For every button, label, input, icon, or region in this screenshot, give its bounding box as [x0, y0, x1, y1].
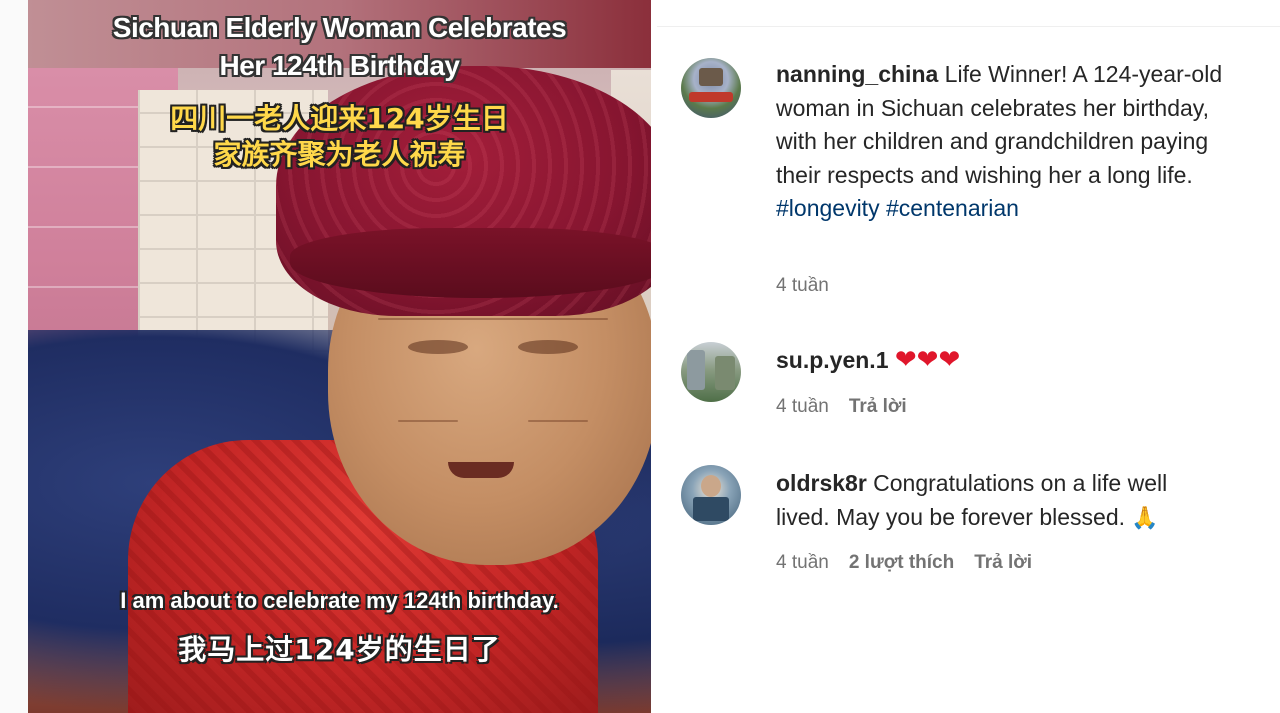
- avatar-detail: [687, 350, 705, 390]
- hashtag-longevity[interactable]: #longevity: [776, 195, 880, 221]
- avatar-detail: [701, 475, 721, 497]
- comment-likes[interactable]: 2 lượt thích: [849, 552, 954, 573]
- image-title-line2: Her 124th Birthday: [219, 50, 460, 81]
- comment-username[interactable]: su.p.yen.1: [776, 347, 888, 373]
- caption-username[interactable]: nanning_china: [776, 61, 938, 87]
- street-avatar[interactable]: [681, 342, 741, 402]
- post-image[interactable]: Sichuan Elderly Woman Celebrates Her 124…: [28, 0, 651, 713]
- comment-time[interactable]: 4 tuần: [776, 396, 829, 417]
- hashtag-centenarian[interactable]: #centenarian: [886, 195, 1019, 221]
- caption-meta: 4 tuần: [776, 275, 849, 297]
- comment-username[interactable]: oldrsk8r: [776, 470, 867, 496]
- avatar-detail: [689, 92, 733, 102]
- folded-hands-icon: 🙏: [1131, 505, 1159, 531]
- image-title-zh-line2: 家族齐聚为老人祝寿: [213, 138, 466, 171]
- image-subtitle-zh: 我马上过124岁的生日了: [178, 633, 501, 666]
- reply-button[interactable]: Trả lời: [974, 552, 1032, 573]
- caption-text: nanning_china Life Winner! A 124-year-ol…: [776, 58, 1226, 226]
- image-subtitle-en: I am about to celebrate my 124th birthda…: [120, 588, 559, 613]
- person-avatar[interactable]: [681, 465, 741, 525]
- city-gate-avatar[interactable]: [681, 58, 741, 118]
- comment-meta: 4 tuần Trả lời: [776, 396, 927, 418]
- caption-time[interactable]: 4 tuần: [776, 275, 829, 296]
- red-heart-icon: ❤: [894, 345, 917, 375]
- comment-meta: 4 tuần 2 lượt thích Trả lời: [776, 552, 1052, 574]
- red-heart-icon: ❤: [938, 345, 961, 375]
- red-heart-icon: ❤: [916, 345, 939, 375]
- avatar-detail: [699, 68, 723, 86]
- comment-text: su.p.yen.1 ❤❤❤: [776, 344, 1226, 378]
- face-wrinkle: [378, 318, 608, 320]
- mouth: [448, 462, 514, 478]
- left-eye: [408, 340, 468, 354]
- avatar-detail: [715, 356, 735, 390]
- comments-panel: nanning_china Life Winner! A 124-year-ol…: [651, 0, 1280, 713]
- hat-brim: [290, 228, 651, 298]
- image-title-zh-line1: 四川一老人迎来124岁生日: [170, 102, 509, 135]
- right-eye: [518, 340, 578, 354]
- face-wrinkle: [528, 420, 588, 422]
- face-wrinkle: [398, 420, 458, 422]
- image-title-line1: Sichuan Elderly Woman Celebrates: [112, 12, 567, 43]
- left-gutter: [0, 0, 28, 713]
- divider: [657, 26, 1280, 27]
- avatar-detail: [693, 497, 729, 521]
- reply-button[interactable]: Trả lời: [849, 396, 907, 417]
- comment-text: oldrsk8r Congratulations on a life well …: [776, 467, 1226, 535]
- comment-time[interactable]: 4 tuần: [776, 552, 829, 573]
